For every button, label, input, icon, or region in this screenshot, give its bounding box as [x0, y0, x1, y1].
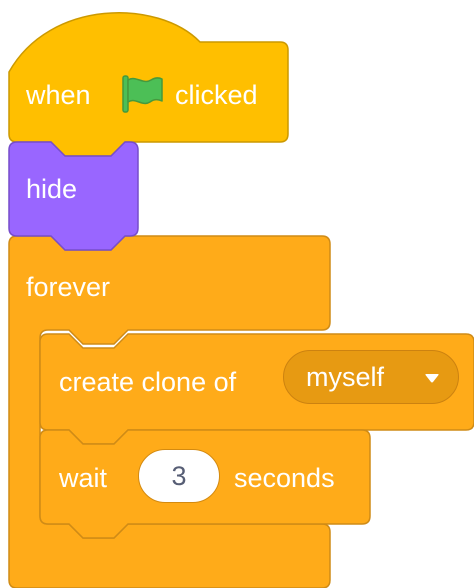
- green-flag-icon: [122, 75, 163, 113]
- wait-seconds-input[interactable]: 3: [138, 449, 220, 503]
- seconds-label: seconds: [234, 463, 335, 493]
- caret-down-icon: [425, 374, 439, 383]
- hide-label: hide: [26, 174, 78, 204]
- forever-label: forever: [26, 272, 111, 302]
- when-label: when: [26, 80, 91, 110]
- wait-label: wait: [59, 463, 108, 493]
- create-clone-label: create clone of: [59, 367, 237, 397]
- clone-target-value: myself: [306, 362, 385, 392]
- clicked-label: clicked: [175, 80, 258, 110]
- clone-target-dropdown[interactable]: myself: [283, 350, 459, 404]
